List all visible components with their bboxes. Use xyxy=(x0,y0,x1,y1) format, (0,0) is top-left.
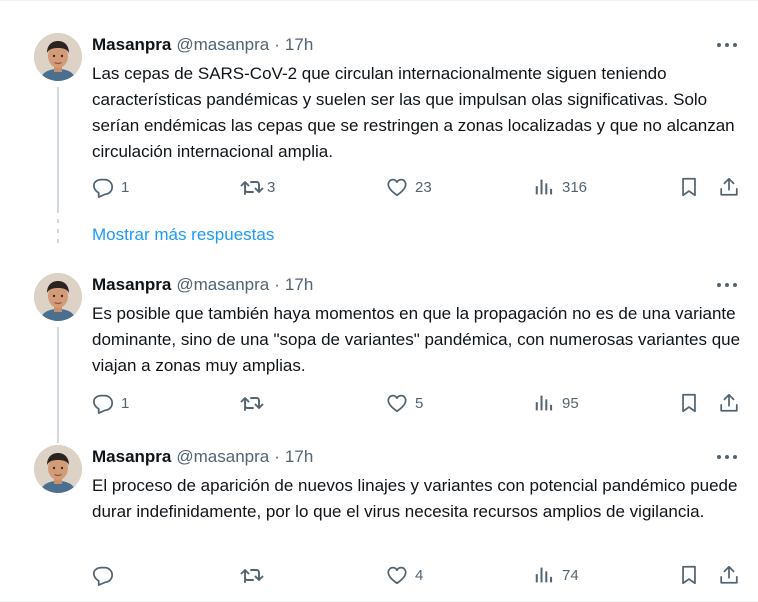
like-count: 5 xyxy=(415,394,424,412)
bookmark-icon xyxy=(678,176,700,198)
share-button[interactable] xyxy=(718,175,740,199)
share-button[interactable] xyxy=(718,563,740,587)
tweet-text: Las cepas de SARS-CoV-2 que circulan int… xyxy=(92,64,735,161)
tweet-text: Es posible que también haya momentos en … xyxy=(92,304,741,375)
more-options-button[interactable] xyxy=(716,275,738,295)
author-name[interactable]: Masanpra xyxy=(92,447,171,467)
more-icon xyxy=(716,447,738,467)
avatar[interactable] xyxy=(34,33,82,81)
views-icon xyxy=(533,392,555,414)
repost-count: 3 xyxy=(267,178,276,196)
author-name[interactable]: Masanpra xyxy=(92,275,171,295)
separator: · xyxy=(274,275,280,294)
bookmark-icon xyxy=(678,392,700,414)
reply-button[interactable]: 1 xyxy=(92,175,129,199)
more-icon xyxy=(716,35,738,55)
like-icon xyxy=(386,392,408,414)
views-icon xyxy=(533,564,555,586)
reply-count: 1 xyxy=(121,394,130,412)
tweet-header: Masanpra @masanpra · 17h xyxy=(92,273,313,297)
more-options-button[interactable] xyxy=(716,35,738,55)
more-icon xyxy=(716,275,738,295)
thread-line xyxy=(57,327,59,443)
views-button[interactable]: 316 xyxy=(533,175,587,199)
avatar[interactable] xyxy=(34,273,82,321)
reply-button[interactable] xyxy=(92,563,121,587)
like-count: 4 xyxy=(415,566,424,584)
separator: · xyxy=(274,35,280,54)
views-button[interactable]: 95 xyxy=(533,391,579,415)
tweet-text: El proceso de aparición de nuevos linaje… xyxy=(92,476,738,521)
repost-icon xyxy=(240,391,264,415)
repost-button[interactable] xyxy=(240,391,271,415)
thread-line-dotted xyxy=(57,219,59,223)
timestamp[interactable]: 17h xyxy=(285,35,313,55)
more-options-button[interactable] xyxy=(716,447,738,467)
tweet-actions: 1 3 23 316 xyxy=(0,175,758,199)
repost-button[interactable]: 3 xyxy=(240,175,275,199)
author-handle[interactable]: @masanpra xyxy=(176,275,269,295)
tweet-header: Masanpra @masanpra · 17h xyxy=(92,445,313,469)
reply-button[interactable]: 1 xyxy=(92,391,129,415)
like-icon xyxy=(386,564,408,586)
timestamp[interactable]: 17h xyxy=(285,447,313,467)
bookmark-button[interactable] xyxy=(678,175,700,199)
author-handle[interactable]: @masanpra xyxy=(176,447,269,467)
views-button[interactable]: 74 xyxy=(533,563,579,587)
repost-button[interactable] xyxy=(240,563,271,587)
repost-icon xyxy=(240,175,264,199)
author-name[interactable]: Masanpra xyxy=(92,35,171,55)
bookmark-icon xyxy=(678,564,700,586)
bookmark-button[interactable] xyxy=(678,391,700,415)
tweet-actions: 4 74 xyxy=(0,563,758,587)
reply-count: 1 xyxy=(121,178,130,196)
conversation-thread: Masanpra @masanpra · 17h Las cepas de SA… xyxy=(0,0,758,602)
avatar[interactable] xyxy=(34,445,82,493)
share-icon xyxy=(718,564,740,586)
separator: · xyxy=(274,447,280,466)
like-button[interactable]: 5 xyxy=(386,391,423,415)
share-icon xyxy=(718,392,740,414)
reply-icon xyxy=(92,392,114,414)
reply-icon xyxy=(92,564,114,586)
tweet-actions: 1 5 95 xyxy=(0,391,758,415)
reply-icon xyxy=(92,176,114,198)
bookmark-button[interactable] xyxy=(678,563,700,587)
views-count: 95 xyxy=(562,394,579,412)
like-button[interactable]: 23 xyxy=(386,175,432,199)
tweet-header: Masanpra @masanpra · 17h xyxy=(92,33,313,57)
views-count: 316 xyxy=(562,178,588,196)
author-handle[interactable]: @masanpra xyxy=(176,35,269,55)
timestamp[interactable]: 17h xyxy=(285,275,313,295)
views-count: 74 xyxy=(562,566,579,584)
like-button[interactable]: 4 xyxy=(386,563,423,587)
thread-line-dotted xyxy=(57,239,59,243)
thread-line-dotted xyxy=(57,229,59,233)
like-icon xyxy=(386,176,408,198)
repost-icon xyxy=(240,563,264,587)
like-count: 23 xyxy=(415,178,432,196)
share-button[interactable] xyxy=(718,391,740,415)
show-more-replies-link[interactable]: Mostrar más respuestas xyxy=(92,225,274,245)
views-icon xyxy=(533,176,555,198)
share-icon xyxy=(718,176,740,198)
